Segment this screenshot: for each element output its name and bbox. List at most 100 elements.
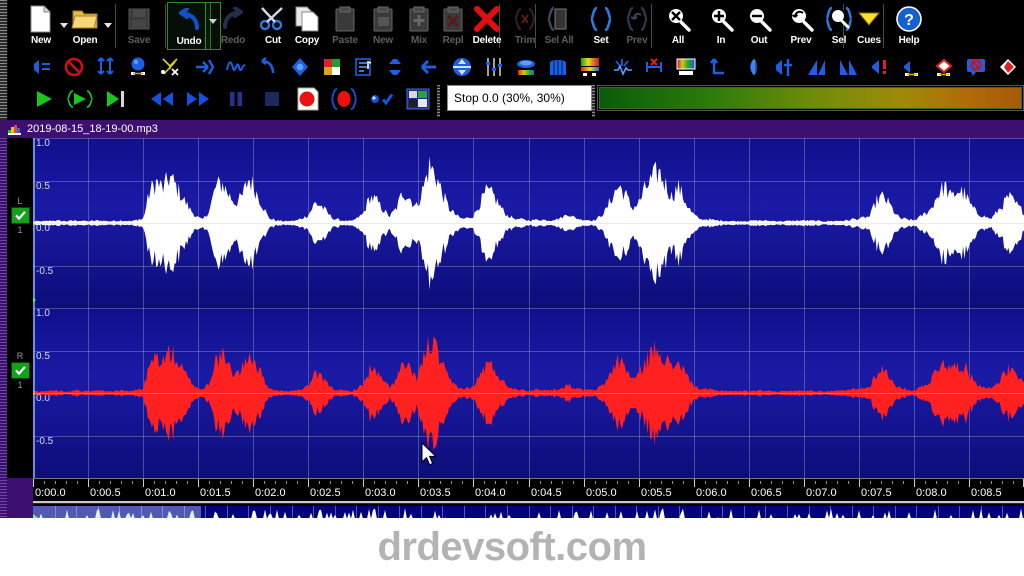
effects-toolbar-row [7, 52, 1024, 82]
waveform-channel-right[interactable]: 1.0 0.5 0.0 -0.5 [33, 308, 1024, 478]
ruler-minor-tick [793, 481, 794, 484]
equalizer-button[interactable] [481, 54, 507, 80]
ruler-minor-tick [187, 481, 188, 484]
transport-grip-1[interactable] [437, 85, 440, 117]
watermark-text: drdevsoft.com [377, 524, 647, 569]
no-speech-button[interactable] [963, 54, 989, 80]
redo-arrow-icon [216, 4, 250, 34]
shift-left-button[interactable] [415, 54, 441, 80]
snap-to-zero-button[interactable] [707, 54, 733, 80]
insert-marker-icon [353, 56, 375, 78]
envelope-button[interactable] [157, 54, 183, 80]
pan-updown-button[interactable] [449, 54, 475, 80]
prev-button[interactable]: Prev [615, 2, 659, 50]
mute-silence-button[interactable] [61, 54, 87, 80]
record-selection-button[interactable] [329, 86, 359, 116]
all-button[interactable]: All [656, 2, 700, 50]
play-selection-icon [67, 89, 93, 114]
gain-envelope-button[interactable] [899, 54, 925, 80]
transport-grip-2[interactable] [592, 85, 595, 117]
open-dropdown-arrow[interactable] [101, 18, 114, 32]
play-to-end-button[interactable] [101, 86, 131, 116]
compressor-button[interactable] [513, 54, 539, 80]
toolbar-button-label: Cues [857, 35, 881, 46]
click-removal-button[interactable] [641, 54, 667, 80]
toolbar-button-label: Trim [514, 35, 536, 46]
ruler-time-label: 0:06.0 [696, 487, 727, 499]
ruler-minor-tick [110, 481, 111, 484]
waveform-file-icon [8, 124, 22, 135]
center-pan-icon [773, 56, 795, 78]
ruler-tick [88, 479, 89, 487]
pan-left-icon [741, 56, 763, 78]
window-layout-button[interactable] [403, 86, 433, 116]
play-button[interactable] [29, 86, 59, 116]
center-pan-button[interactable] [771, 54, 797, 80]
fade-out-icon [837, 56, 859, 78]
reverb-button[interactable] [545, 54, 571, 80]
pan-left-button[interactable] [739, 54, 765, 80]
swap-channels-button[interactable] [383, 54, 409, 80]
status-display[interactable]: Stop 0.0 (30%, 30%) [447, 85, 592, 111]
toolbar-button-label: Copy [294, 35, 320, 46]
rewind-button[interactable] [147, 86, 177, 116]
channel-control-right[interactable]: R 1 [7, 351, 33, 390]
cues-button[interactable]: Cues [847, 2, 891, 50]
flag-marker-button[interactable] [995, 54, 1021, 80]
loop-button[interactable] [367, 86, 397, 116]
toolbar-separator-2 [165, 4, 166, 48]
ruler-time-label: 0:03.0 [365, 487, 396, 499]
document-titlebar[interactable]: 2019-08-15_18-19-00.mp3 [0, 120, 1024, 138]
toolbar-button-label: Delete [472, 35, 502, 46]
save-button[interactable]: Save [117, 2, 161, 50]
clip-warning-button[interactable] [867, 54, 893, 80]
time-ruler[interactable]: 0:00.0 0:00.5 0:01.0 0:01.5 0:02.0 0:02.5 0:03… [33, 478, 1024, 503]
amplify-button[interactable] [93, 54, 119, 80]
redo-button[interactable]: Redo [211, 2, 255, 50]
toolbar-button-label: Mix [410, 35, 428, 46]
normalize-button[interactable] [287, 54, 313, 80]
waveform-generate-button[interactable] [223, 54, 249, 80]
pause-button[interactable] [221, 86, 251, 116]
help-button[interactable]: ? Help [887, 2, 931, 50]
ruler-time-label: 0:00.0 [35, 487, 66, 499]
rainbow-filter-button[interactable] [673, 54, 699, 80]
noise-reduction-button[interactable] [609, 54, 635, 80]
dynamics-button[interactable] [125, 54, 151, 80]
channel-control-left[interactable]: L 1 [7, 196, 33, 235]
ruler-tick [418, 479, 419, 487]
toolbar-button-label: Undo [176, 36, 202, 47]
channel-enable-checkbox-left[interactable] [10, 207, 30, 224]
level-meter[interactable] [597, 85, 1024, 111]
ruler-tick [253, 479, 254, 487]
out-button[interactable]: Out [737, 2, 781, 50]
ruler-minor-tick [606, 481, 607, 484]
ruler-minor-tick [495, 481, 496, 484]
fade-out-button[interactable] [835, 54, 861, 80]
ruler-minor-tick [55, 481, 56, 484]
channel-enable-checkbox-right[interactable] [10, 362, 30, 379]
sel-all-button[interactable]: Sel All [537, 2, 581, 50]
level-meter-bar [599, 87, 1022, 109]
paste-new-icon [366, 4, 400, 34]
waveform-display[interactable]: 1.0 0.5 0.0 -0.5 1.0 0.5 0.0 -0.5 [33, 138, 1024, 478]
ruler-minor-tick [705, 481, 706, 484]
spectrum-button[interactable] [577, 54, 603, 80]
play-selection-button[interactable] [65, 86, 95, 116]
auto-trim-button[interactable] [931, 54, 957, 80]
fast-forward-button[interactable] [183, 86, 213, 116]
ruler-time-label: 0:02.0 [255, 487, 286, 499]
no-speech-icon [965, 56, 987, 78]
color-effects-button[interactable] [319, 54, 345, 80]
insert-marker-button[interactable] [351, 54, 377, 80]
playhead-marker[interactable] [33, 293, 36, 307]
volume-level-button[interactable] [29, 54, 55, 80]
stop-button[interactable] [257, 86, 287, 116]
record-button[interactable] [293, 86, 323, 116]
waveform-channel-left[interactable]: 1.0 0.5 0.0 -0.5 [33, 138, 1024, 308]
red-x-delete-icon [470, 4, 504, 34]
fade-in-button[interactable] [803, 54, 829, 80]
reverse-button[interactable] [255, 54, 281, 80]
watermark-bar: drdevsoft.com [0, 518, 1024, 576]
fade-arrow-button[interactable] [191, 54, 217, 80]
